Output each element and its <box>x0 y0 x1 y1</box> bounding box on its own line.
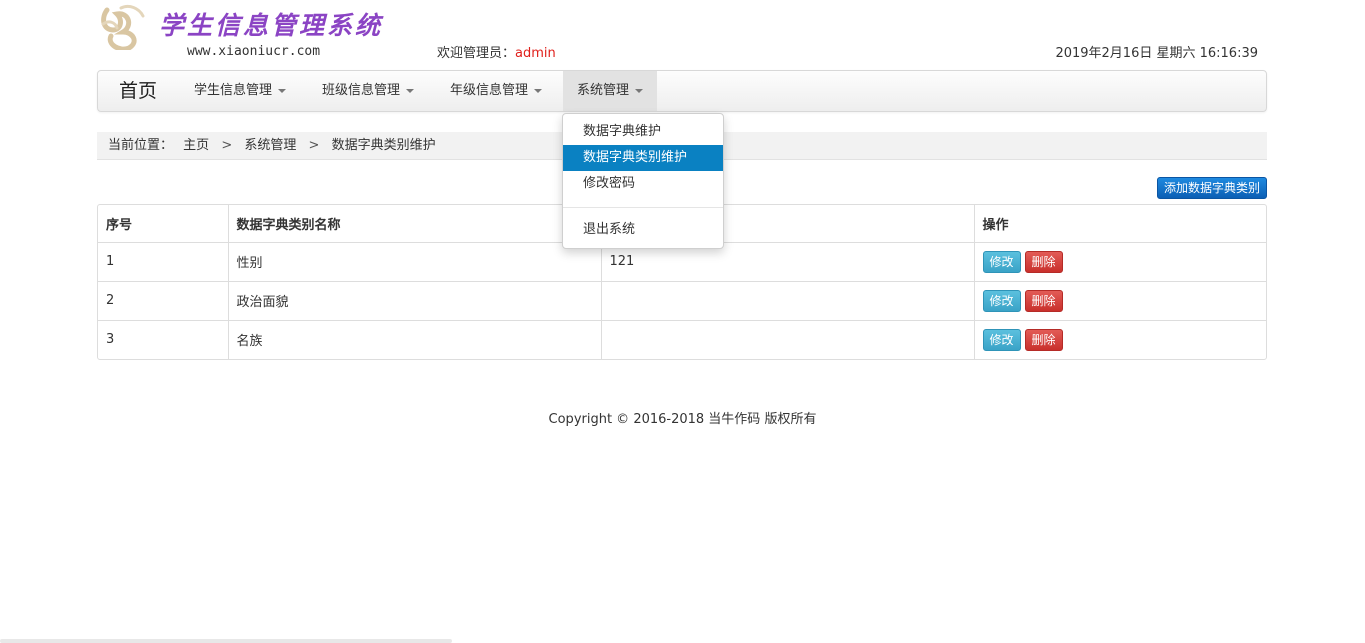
nav-item-system[interactable]: 系统管理 <box>563 71 658 111</box>
breadcrumb-prefix: 当前位置： <box>108 138 174 153</box>
table-row: 3 名族 修改 删除 <box>98 320 1266 359</box>
breadcrumb-system[interactable]: 系统管理 <box>244 138 296 153</box>
menu-item-dict[interactable]: 数据字典维护 <box>563 119 723 145</box>
column-header-no: 序号 <box>98 205 229 243</box>
footer-copyright: Copyright © 2016-2018 当牛作码 版权所有 <box>548 412 817 427</box>
cell-no: 2 <box>98 281 229 321</box>
cell-actions: 修改 删除 <box>974 281 1266 321</box>
cell-no: 1 <box>98 242 229 282</box>
nav-brand-home[interactable]: 首页 <box>119 71 157 111</box>
caret-down-icon <box>534 88 543 93</box>
datetime: 2019年2月16日 星期六 16:16:39 <box>1055 46 1258 61</box>
menu-item-logout[interactable]: 退出系统 <box>563 217 723 243</box>
nav-item-grade[interactable]: 年级信息管理 <box>436 71 556 111</box>
menu-item-change-password[interactable]: 修改密码 <box>563 171 723 197</box>
edit-button[interactable]: 修改 <box>982 250 1021 273</box>
delete-button[interactable]: 删除 <box>1024 289 1063 312</box>
delete-button[interactable]: 删除 <box>1024 328 1063 351</box>
nav-item-label: 年级信息管理 <box>450 83 529 98</box>
breadcrumb-home[interactable]: 主页 <box>183 138 209 153</box>
breadcrumb-current: 数据字典类别维护 <box>331 138 436 153</box>
logo-icon <box>101 4 145 50</box>
column-header-actions: 操作 <box>974 205 1266 243</box>
breadcrumb-separator: > <box>308 138 320 153</box>
cell-name: 性别 <box>228 242 602 282</box>
caret-down-icon <box>635 88 644 93</box>
edit-button[interactable]: 修改 <box>982 289 1021 312</box>
menu-divider <box>563 207 723 208</box>
table-row: 2 政治面貌 修改 删除 <box>98 281 1266 321</box>
nav-item-label: 学生信息管理 <box>194 83 273 98</box>
delete-button[interactable]: 删除 <box>1024 250 1063 273</box>
cell-name: 政治面貌 <box>228 281 602 321</box>
logo-title: 学生信息管理系统 <box>159 11 384 40</box>
cell-actions: 修改 删除 <box>974 242 1266 282</box>
nav-item-label: 系统管理 <box>577 83 630 98</box>
cell-desc <box>601 320 975 359</box>
cell-actions: 修改 删除 <box>974 320 1266 359</box>
menu-item-dict-category[interactable]: 数据字典类别维护 <box>563 145 723 171</box>
edit-button[interactable]: 修改 <box>982 328 1021 351</box>
username: admin <box>515 46 556 61</box>
caret-down-icon <box>278 88 287 93</box>
logo-url: www.xiaoniucr.com <box>187 44 321 59</box>
page-header: 学生信息管理系统 www.xiaoniucr.com 欢迎管理员：admin 2… <box>97 0 1267 70</box>
main-navbar: 首页 学生信息管理 班级信息管理 年级信息管理 系统管理 <box>97 70 1267 112</box>
nav-item-class[interactable]: 班级信息管理 <box>308 71 428 111</box>
horizontal-scrollbar[interactable] <box>0 639 452 643</box>
nav-item-student[interactable]: 学生信息管理 <box>180 71 300 111</box>
cell-no: 3 <box>98 320 229 359</box>
welcome-prefix: 欢迎管理员： <box>437 46 516 61</box>
column-header-name: 数据字典类别名称 <box>228 205 602 243</box>
caret-down-icon <box>406 88 415 93</box>
cell-name: 名族 <box>228 320 602 359</box>
breadcrumb-separator: > <box>221 138 233 153</box>
cell-desc <box>601 281 975 321</box>
welcome-text: 欢迎管理员：admin <box>437 42 556 61</box>
system-dropdown-menu: 数据字典维护 数据字典类别维护 修改密码 退出系统 <box>562 113 724 249</box>
nav-item-label: 班级信息管理 <box>322 83 401 98</box>
add-dict-category-button[interactable]: 添加数据字典类别 <box>1157 177 1267 199</box>
